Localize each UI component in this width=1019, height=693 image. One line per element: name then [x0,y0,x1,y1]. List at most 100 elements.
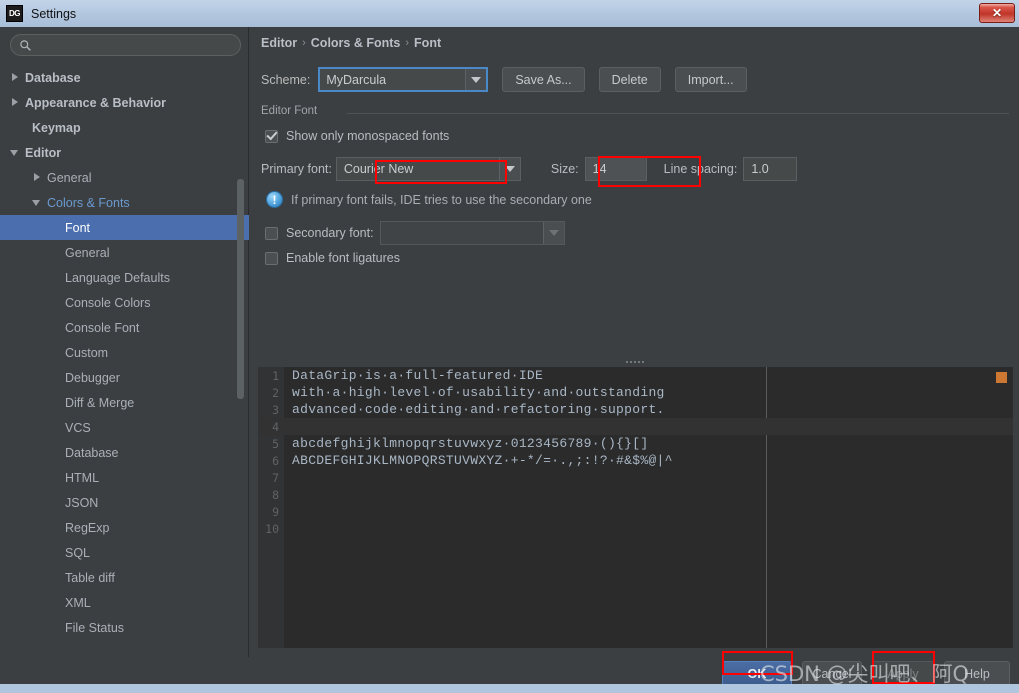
sidebar-item-general[interactable]: General [0,240,249,265]
chevron-down-icon [505,166,515,172]
chevron-down-icon [471,77,481,83]
line-number: 4 [258,420,284,434]
sidebar-item-json[interactable]: JSON [0,490,249,515]
sidebar-item-colors-fonts[interactable]: Colors & Fonts [0,190,249,215]
search-box[interactable] [10,34,241,56]
sidebar-item-database[interactable]: Database [0,65,249,90]
sidebar-item-console-colors[interactable]: Console Colors [0,290,249,315]
secondary-font-select[interactable] [380,221,565,245]
sidebar-item-label: Editor [25,146,61,160]
sidebar-item-label: Custom [65,346,108,360]
preview-code: 1DataGrip·is·a·full-featured·IDE2with·a·… [258,367,1013,648]
size-value: 14 [593,162,607,176]
sidebar-item-label: Appearance & Behavior [25,96,166,110]
chevron-right-icon[interactable] [10,72,21,83]
sidebar-item-label: Language Defaults [65,271,170,285]
sidebar-item-xml[interactable]: XML [0,590,249,615]
line-text: DataGrip·is·a·full-featured·IDE [292,368,543,383]
sidebar-item-label: SQL [65,546,90,560]
sidebar-item-debugger[interactable]: Debugger [0,365,249,390]
preview-line: 10 [258,520,1013,537]
secondary-font-dropdown-button[interactable] [543,222,564,244]
font-ligatures-checkbox[interactable] [265,252,278,265]
preview-line: 5abcdefghijklmnopqrstuvwxyz·0123456789·(… [258,435,1013,452]
sidebar-item-label: Console Colors [65,296,150,310]
line-number: 7 [258,471,284,485]
sidebar-item-general[interactable]: General [0,165,249,190]
settings-dialog: Database Appearance & Behavior Keymap Edito… [0,27,1019,693]
sidebar-item-editor[interactable]: Editor [0,140,249,165]
chevron-right-icon[interactable] [10,97,21,108]
sidebar-item-file-status[interactable]: File Status [0,615,249,640]
primary-font-row: Primary font: Courier New Size: 14 Line … [261,157,797,181]
primary-font-value: Courier New [344,162,413,176]
sidebar-item-database[interactable]: Database [0,440,249,465]
delete-button[interactable]: Delete [599,67,661,92]
sidebar-item-label: File Status [65,621,124,635]
font-preview-pane[interactable]: 1DataGrip·is·a·full-featured·IDE2with·a·… [258,367,1013,648]
settings-tree[interactable]: Database Appearance & Behavior Keymap Edito… [0,65,249,657]
sidebar-item-label: Diff & Merge [65,396,134,410]
preview-line: 7 [258,469,1013,486]
preview-line: 1 DataGrip·is·a·full-featured·IDE [258,367,1013,384]
chevron-down-icon[interactable] [32,197,43,208]
sidebar-item-sql[interactable]: SQL [0,540,249,565]
search-input[interactable] [37,38,230,52]
sidebar-item-appearance-behavior[interactable]: Appearance & Behavior [0,90,249,115]
secondary-font-row[interactable]: Secondary font: [265,221,565,245]
sidebar-item-label: General [47,171,91,185]
line-number: 1 [258,369,284,383]
breadcrumb-editor[interactable]: Editor [261,36,297,50]
sidebar-item-keymap[interactable]: Keymap [0,115,249,140]
line-number: 5 [258,437,284,451]
preview-line: 6ABCDEFGHIJKLMNOPQRSTUVWXYZ·+-*/=·.,;:!?… [258,452,1013,469]
group-divider [347,113,1009,114]
sidebar-item-table-diff[interactable]: Table diff [0,565,249,590]
sidebar-item-diff-merge[interactable]: Diff & Merge [0,390,249,415]
preview-line: 3advanced·code·editing·and·refactoring·s… [258,401,1013,418]
sidebar-item-label: HTML [65,471,99,485]
sidebar-item-label: JSON [65,496,98,510]
line-spacing-input[interactable]: 1.0 [743,157,797,181]
primary-font-label: Primary font: [261,162,332,176]
scheme-dropdown-button[interactable] [465,69,486,90]
sidebar-scrollbar[interactable] [237,179,244,399]
sidebar-item-regexp[interactable]: RegExp [0,515,249,540]
sidebar-item-language-defaults[interactable]: Language Defaults [0,265,249,290]
font-ligatures-row[interactable]: Enable font ligatures [265,251,400,265]
sidebar-item-vcs[interactable]: VCS [0,415,249,440]
preview-splitter[interactable] [250,357,1019,367]
breadcrumb-colors-fonts[interactable]: Colors & Fonts [311,36,401,50]
title-bar: DG Settings ✕ [0,0,1019,27]
font-ligatures-label: Enable font ligatures [286,251,400,265]
sidebar-item-html[interactable]: HTML [0,465,249,490]
primary-font-select[interactable]: Courier New [336,157,521,181]
close-icon[interactable]: ✕ [979,3,1015,23]
line-spacing-value: 1.0 [751,162,768,176]
info-icon: ! [266,191,283,208]
sidebar-item-font[interactable]: Font [0,215,249,240]
preview-line: 4 [258,418,1013,435]
secondary-font-label: Secondary font: [286,226,374,240]
datagrip-icon: DG [6,5,23,22]
chevron-right-icon[interactable] [32,172,43,183]
scheme-value: MyDarcula [326,73,386,87]
scheme-label: Scheme: [261,73,310,87]
secondary-font-checkbox[interactable] [265,227,278,240]
preview-line: 9 [258,503,1013,520]
primary-font-dropdown-button[interactable] [499,158,520,180]
sidebar-item-custom[interactable]: Custom [0,340,249,365]
import-button[interactable]: Import... [675,67,747,92]
window-title: Settings [31,7,76,21]
show-monospaced-checkbox[interactable] [265,130,278,143]
size-input[interactable]: 14 [585,157,647,181]
sidebar-item-console-font[interactable]: Console Font [0,315,249,340]
sidebar-item-label: Font [65,221,90,235]
sidebar-item-label: Colors & Fonts [47,196,130,210]
scheme-select[interactable]: MyDarcula [318,67,488,92]
chevron-down-icon[interactable] [10,147,21,158]
show-monospaced-row[interactable]: Show only monospaced fonts [265,129,449,143]
save-as-button[interactable]: Save As... [502,67,584,92]
preview-line: 8 [258,486,1013,503]
sidebar-item-label: Table diff [65,571,115,585]
